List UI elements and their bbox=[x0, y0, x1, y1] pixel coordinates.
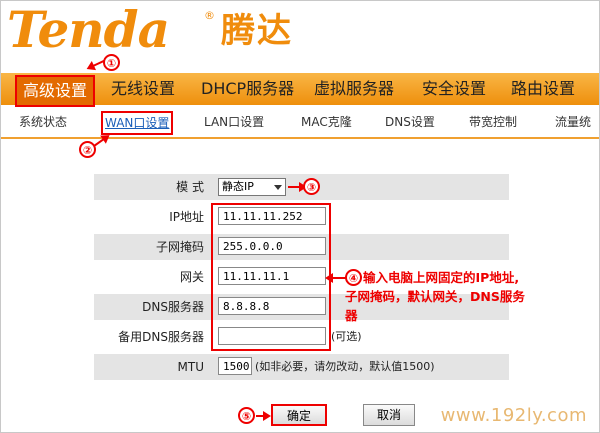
step-4-note-line1: 输入电脑上网固定的IP地址, bbox=[363, 270, 520, 285]
subnav-dns-settings[interactable]: DNS设置 bbox=[385, 107, 435, 137]
nav-virtual-server[interactable]: 虚拟服务器 bbox=[314, 73, 394, 105]
subnav-lan-settings[interactable]: LAN口设置 bbox=[204, 107, 264, 137]
chevron-down-icon bbox=[274, 185, 282, 190]
step-5-marker: ⑤ bbox=[238, 407, 255, 424]
step-4-marker: ④ bbox=[345, 269, 362, 286]
subnav-traffic-stats[interactable]: 流量统 bbox=[555, 107, 591, 137]
dns-label: DNS服务器 bbox=[142, 300, 204, 314]
nav-advanced-settings[interactable]: 高级设置 bbox=[15, 75, 96, 107]
arrow-to-mode bbox=[288, 182, 307, 192]
subnav-bandwidth-control[interactable]: 带宽控制 bbox=[469, 107, 517, 137]
step-3-marker: ③ bbox=[303, 178, 320, 195]
mtu-hint: (如非必要，请勿改动，默认值1500) bbox=[255, 360, 435, 373]
watermark: www.192ly.com bbox=[440, 405, 587, 426]
subnav-mac-clone[interactable]: MAC克隆 bbox=[301, 107, 352, 137]
registered-mark: ® bbox=[204, 9, 215, 22]
inputs-highlight-box bbox=[211, 203, 331, 351]
mask-label: 子网掩码 bbox=[155, 240, 204, 254]
mtu-input[interactable]: 1500 bbox=[218, 357, 252, 375]
gateway-label: 网关 bbox=[179, 270, 204, 284]
nav-wireless-settings[interactable]: 无线设置 bbox=[111, 73, 175, 105]
nav-dhcp-server[interactable]: DHCP服务器 bbox=[201, 73, 294, 105]
router-admin-page: Tenda ® 腾达 高级设置 无线设置 DHCP服务器 虚拟服务器 安全设置 … bbox=[0, 0, 600, 433]
nav-security-settings[interactable]: 安全设置 bbox=[422, 73, 486, 105]
row-mtu: MTU 1500 (如非必要，请勿改动，默认值1500) bbox=[94, 354, 509, 380]
tenda-logo-cn: 腾达 bbox=[221, 11, 293, 51]
nav-route-settings[interactable]: 路由设置 bbox=[511, 73, 575, 105]
mtu-label: MTU bbox=[177, 360, 204, 374]
arrow-to-ok bbox=[256, 411, 271, 421]
mode-select[interactable]: 静态IP bbox=[218, 178, 286, 196]
ok-button[interactable]: 确定 bbox=[271, 404, 327, 426]
wan-settings-content: 模 式 静态IP IP地址 11.11.11.252 子网掩码 255.0.0.… bbox=[1, 139, 599, 432]
tenda-logo: Tenda bbox=[7, 0, 170, 59]
subnav-wan-settings[interactable]: WAN口设置 bbox=[101, 111, 174, 135]
main-nav: 高级设置 无线设置 DHCP服务器 虚拟服务器 安全设置 路由设置 bbox=[1, 73, 599, 107]
cancel-button[interactable]: 取消 bbox=[363, 404, 415, 426]
ip-label: IP地址 bbox=[169, 210, 204, 224]
mode-selected-value: 静态IP bbox=[222, 180, 254, 193]
step-2-marker: ② bbox=[79, 141, 96, 158]
subnav-system-status[interactable]: 系统状态 bbox=[19, 107, 67, 137]
dns2-optional-hint: (可选) bbox=[331, 330, 362, 343]
arrow-to-inputs bbox=[325, 273, 346, 283]
dns2-label: 备用DNS服务器 bbox=[118, 330, 204, 344]
step-1-marker: ① bbox=[103, 54, 120, 71]
mode-label: 模 式 bbox=[176, 180, 204, 194]
step-4-note-line3: 器 bbox=[345, 308, 358, 323]
sub-nav: 系统状态 WAN口设置 LAN口设置 MAC克隆 DNS设置 带宽控制 流量统 bbox=[1, 107, 599, 139]
step-4-note-line2: 子网掩码，默认网关，DNS服务 bbox=[345, 289, 525, 304]
